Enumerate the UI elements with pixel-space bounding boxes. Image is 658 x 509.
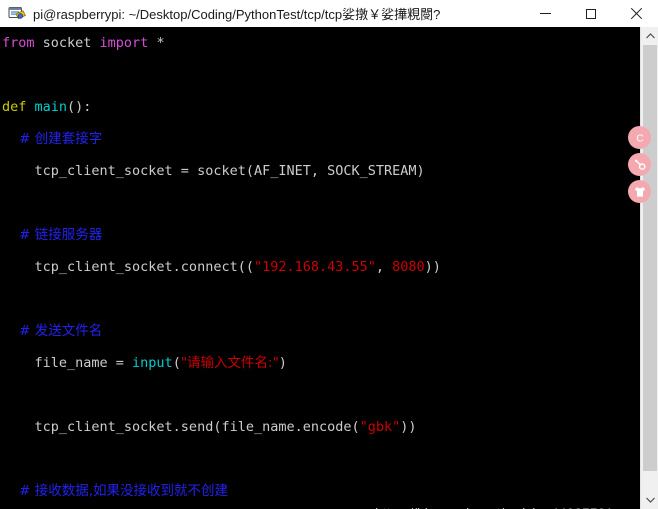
window-title: pi@raspberrypi: ~/Desktop/Coding/PythonT… xyxy=(33,7,441,22)
code-line[interactable] xyxy=(0,443,640,475)
code-line[interactable]: tcp_client_socket.send(file_name.encode(… xyxy=(0,411,640,443)
code-line[interactable]: tcp_client_socket.connect(("192.168.43.5… xyxy=(0,251,640,283)
code-token: # 创建套接字 xyxy=(2,131,103,147)
code-line[interactable] xyxy=(0,283,640,315)
chevron-down-icon[interactable] xyxy=(641,491,658,509)
close-button[interactable] xyxy=(613,0,658,27)
code-line[interactable]: from socket import * xyxy=(0,27,640,59)
code-line[interactable]: def main(): xyxy=(0,91,640,123)
code-token: file_name = xyxy=(2,355,133,371)
maximize-icon xyxy=(585,8,596,19)
window-scrollbar[interactable] xyxy=(640,27,658,509)
code-line[interactable]: # 创建套接字 xyxy=(0,123,640,155)
code-line[interactable] xyxy=(0,187,640,219)
minimize-button[interactable] xyxy=(523,0,568,27)
code-token: (): xyxy=(67,99,92,115)
code-line[interactable]: # 发送文件名 xyxy=(0,315,640,347)
terminal-icon xyxy=(8,5,26,23)
watermark-text: https://blog.csdn.net/weixin_44925501 xyxy=(375,505,613,509)
close-icon xyxy=(630,8,642,20)
code-token: ) xyxy=(278,355,287,371)
code-token: main xyxy=(34,99,68,115)
code-token: )) xyxy=(400,419,417,435)
code-token: ( xyxy=(172,355,181,371)
code-token: , xyxy=(375,259,393,275)
code-line[interactable]: # 接收数据,如果没接收到就不创建 xyxy=(0,475,640,507)
code-line[interactable]: # 链接服务器 xyxy=(0,219,640,251)
scrollbar-thumb[interactable] xyxy=(643,45,657,471)
favorite-badge-icon[interactable] xyxy=(628,153,651,176)
code-token: )) xyxy=(424,259,441,275)
csdn-badge-icon[interactable]: C xyxy=(628,126,651,149)
window-controls xyxy=(523,0,658,27)
code-token: def xyxy=(2,99,27,115)
code-token: "请输入文件名:" xyxy=(180,355,279,371)
code-token: tcp_client_socket.connect(( xyxy=(2,259,254,275)
code-line[interactable]: file_name = input("请输入文件名:") xyxy=(0,347,640,379)
code-line[interactable] xyxy=(0,379,640,411)
code-line[interactable]: tcp_client_socket = socket(AF_INET, SOCK… xyxy=(0,155,640,187)
svg-text:C: C xyxy=(636,133,643,144)
code-token: * xyxy=(148,35,165,51)
maximize-button[interactable] xyxy=(568,0,613,27)
code-line[interactable] xyxy=(0,59,640,91)
shirt-badge-icon[interactable] xyxy=(628,180,651,203)
chevron-up-icon[interactable] xyxy=(641,27,658,45)
code-token: tcp_client_socket = socket(AF_INET, SOCK… xyxy=(2,163,425,179)
code-token: "gbk" xyxy=(359,419,401,435)
vim-editor-area[interactable]: from socket import * def main(): # 创建套接字… xyxy=(0,27,640,509)
code-token: "192.168.43.55" xyxy=(253,259,376,275)
code-token: import xyxy=(99,35,149,51)
terminal-window: pi@raspberrypi: ~/Desktop/Coding/PythonT… xyxy=(0,0,658,509)
window-titlebar[interactable]: pi@raspberrypi: ~/Desktop/Coding/PythonT… xyxy=(0,0,658,28)
code-token: 8080 xyxy=(392,259,425,275)
code-token: input xyxy=(132,355,173,371)
code-token: # 链接服务器 xyxy=(2,227,103,243)
floating-side-badges: C xyxy=(628,126,651,207)
code-token: socket xyxy=(34,35,100,51)
minimize-icon xyxy=(540,13,551,14)
code-token: # 接收数据,如果没接收到就不创建 xyxy=(2,483,229,499)
code-token: # 发送文件名 xyxy=(2,323,103,339)
terminal-body[interactable]: from socket import * def main(): # 创建套接字… xyxy=(0,27,640,509)
code-token: from xyxy=(2,35,35,51)
code-token: tcp_client_socket.send(file_name.encode( xyxy=(2,419,360,435)
